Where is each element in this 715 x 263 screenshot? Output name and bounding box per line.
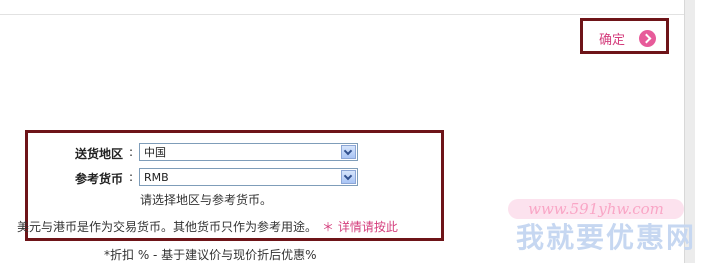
region-label: 送货地区 [75,147,124,161]
watermark-url-badge: www.591yhw.com [508,199,684,219]
selection-hint: 请选择地区与参考货币。 [140,193,273,207]
currency-note: 美元与港币是作为交易货币。其他货币只作为参考用途。 [17,220,318,234]
region-colon: : [129,145,134,159]
confirm-button[interactable]: 确定 [599,28,657,48]
watermark-logo-text: 我就要优惠网 [516,221,697,254]
top-divider [0,14,684,15]
currency-select-value: RMB [144,170,169,184]
discount-note: *折扣 % - 基于建议价与现价折后优惠% [104,248,317,262]
region-select-value: 中国 [144,146,166,159]
chevron-down-icon[interactable] [341,145,356,159]
confirm-label: 确定 [599,32,626,48]
region-select[interactable]: 中国 [139,143,358,161]
currency-label: 参考货币 [75,172,124,186]
currency-colon: : [129,170,134,184]
details-link[interactable]: ＊ 详情请按此 [322,218,398,235]
chevron-down-icon[interactable] [341,170,356,184]
watermark-url: www.591yhw.com [528,200,664,218]
chevron-right-icon[interactable] [639,29,657,47]
currency-select[interactable]: RMB [139,168,358,186]
